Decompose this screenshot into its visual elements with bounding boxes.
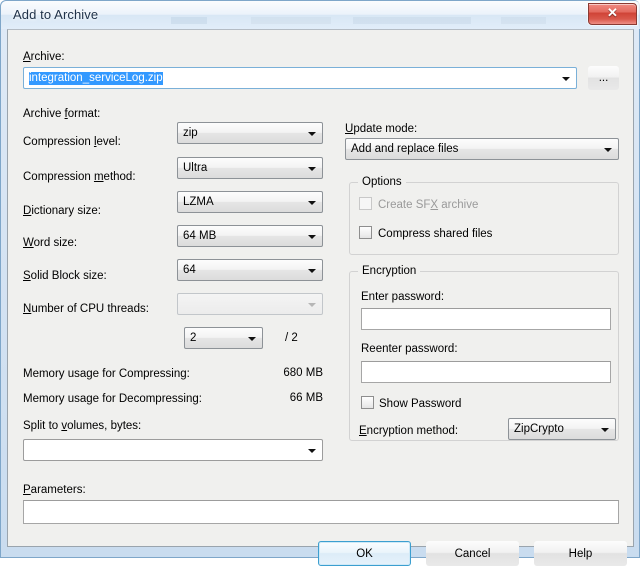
- show-password-label: Show Password: [379, 398, 462, 410]
- enter-password-input[interactable]: [361, 308, 611, 330]
- ok-button[interactable]: OK: [318, 541, 411, 566]
- memory-compress-label: Memory usage for Compressing:: [23, 368, 190, 380]
- chevron-down-icon: [308, 269, 316, 273]
- parameters-input[interactable]: [23, 500, 619, 524]
- parameters-label: Parameters:: [23, 484, 86, 496]
- compress-shared-checkbox[interactable]: [359, 226, 372, 239]
- encryption-method-combo[interactable]: ZipCrypto: [508, 418, 616, 440]
- chevron-down-icon: [308, 235, 316, 239]
- archive-name-combo[interactable]: integration_serviceLog.zip: [23, 67, 577, 89]
- dialog-client-area: Archive: integration_serviceLog.zip ... …: [7, 29, 634, 566]
- chevron-down-icon: [604, 148, 612, 152]
- split-volumes-label: Split to volumes, bytes:: [23, 420, 142, 432]
- archive-label: Archive:: [23, 51, 65, 63]
- reenter-password-input[interactable]: [361, 361, 611, 383]
- compression-level-label: Compression level:: [23, 136, 121, 148]
- archive-format-combo[interactable]: zip: [177, 122, 323, 144]
- show-password-checkbox[interactable]: [361, 396, 374, 409]
- chevron-down-icon: [248, 337, 256, 341]
- cpu-threads-combo[interactable]: 2: [184, 327, 263, 349]
- archive-format-value: zip: [183, 127, 198, 139]
- close-button[interactable]: ✕: [588, 3, 637, 25]
- create-sfx-checkbox: [359, 197, 372, 210]
- archive-name-selection: integration_serviceLog.zip: [29, 72, 163, 85]
- compression-method-label: Compression method:: [23, 171, 136, 183]
- chevron-down-icon: [308, 132, 316, 136]
- browse-button-label: ...: [598, 72, 609, 84]
- dictionary-size-value: 64 MB: [183, 230, 217, 242]
- memory-decompress-label: Memory usage for Decompressing:: [23, 393, 202, 405]
- encryption-method-value: ZipCrypto: [514, 423, 564, 435]
- archive-format-label: Archive format:: [23, 108, 101, 120]
- chevron-down-icon: [308, 167, 316, 171]
- title-bar: Add to Archive ✕: [1, 1, 640, 29]
- dictionary-size-combo[interactable]: 64 MB: [177, 225, 323, 247]
- compression-method-value: LZMA: [183, 196, 214, 208]
- cpu-threads-label: Number of CPU threads:: [23, 303, 149, 315]
- split-volumes-combo[interactable]: [23, 439, 323, 461]
- compression-level-value: Ultra: [183, 162, 208, 174]
- cpu-threads-total: / 2: [285, 332, 298, 344]
- word-size-value: 64: [183, 264, 196, 276]
- dictionary-size-label: Dictionary size:: [23, 205, 101, 217]
- cpu-threads-value: 2: [190, 332, 197, 344]
- chevron-down-icon: [308, 201, 316, 205]
- compression-level-combo[interactable]: Ultra: [177, 157, 323, 179]
- chevron-down-icon: [308, 303, 316, 307]
- dialog-window: Add to Archive ✕ Archive: integration_se…: [0, 0, 640, 566]
- window-title: Add to Archive: [13, 7, 99, 22]
- close-icon: ✕: [607, 5, 618, 20]
- options-group-title: Options: [358, 176, 406, 188]
- options-group: [349, 182, 619, 255]
- solid-block-size-combo: [177, 293, 323, 315]
- create-sfx-label: Create SFX archive: [378, 199, 479, 211]
- help-button[interactable]: Help: [534, 541, 627, 566]
- chevron-down-icon: [562, 77, 570, 81]
- chevron-down-icon: [308, 449, 316, 453]
- update-mode-combo[interactable]: Add and replace files: [345, 138, 619, 160]
- word-size-combo[interactable]: 64: [177, 259, 323, 281]
- update-mode-value: Add and replace files: [351, 143, 459, 155]
- chevron-down-icon: [601, 428, 609, 432]
- solid-block-size-label: Solid Block size:: [23, 270, 107, 282]
- cancel-button[interactable]: Cancel: [426, 541, 519, 566]
- compression-method-combo[interactable]: LZMA: [177, 191, 323, 213]
- enter-password-label: Enter password:: [361, 291, 445, 303]
- update-mode-label: Update mode:: [345, 123, 418, 135]
- encryption-method-label: Encryption method:: [359, 425, 459, 437]
- memory-compress-value: 680 MB: [283, 367, 323, 379]
- reenter-password-label: Reenter password:: [361, 343, 458, 355]
- archive-name-value: integration_serviceLog.zip: [29, 71, 556, 86]
- browse-button[interactable]: ...: [588, 66, 619, 90]
- encryption-group-title: Encryption: [358, 265, 421, 277]
- compress-shared-label: Compress shared files: [378, 228, 493, 240]
- word-size-label: Word size:: [23, 237, 78, 249]
- memory-decompress-value: 66 MB: [289, 392, 323, 404]
